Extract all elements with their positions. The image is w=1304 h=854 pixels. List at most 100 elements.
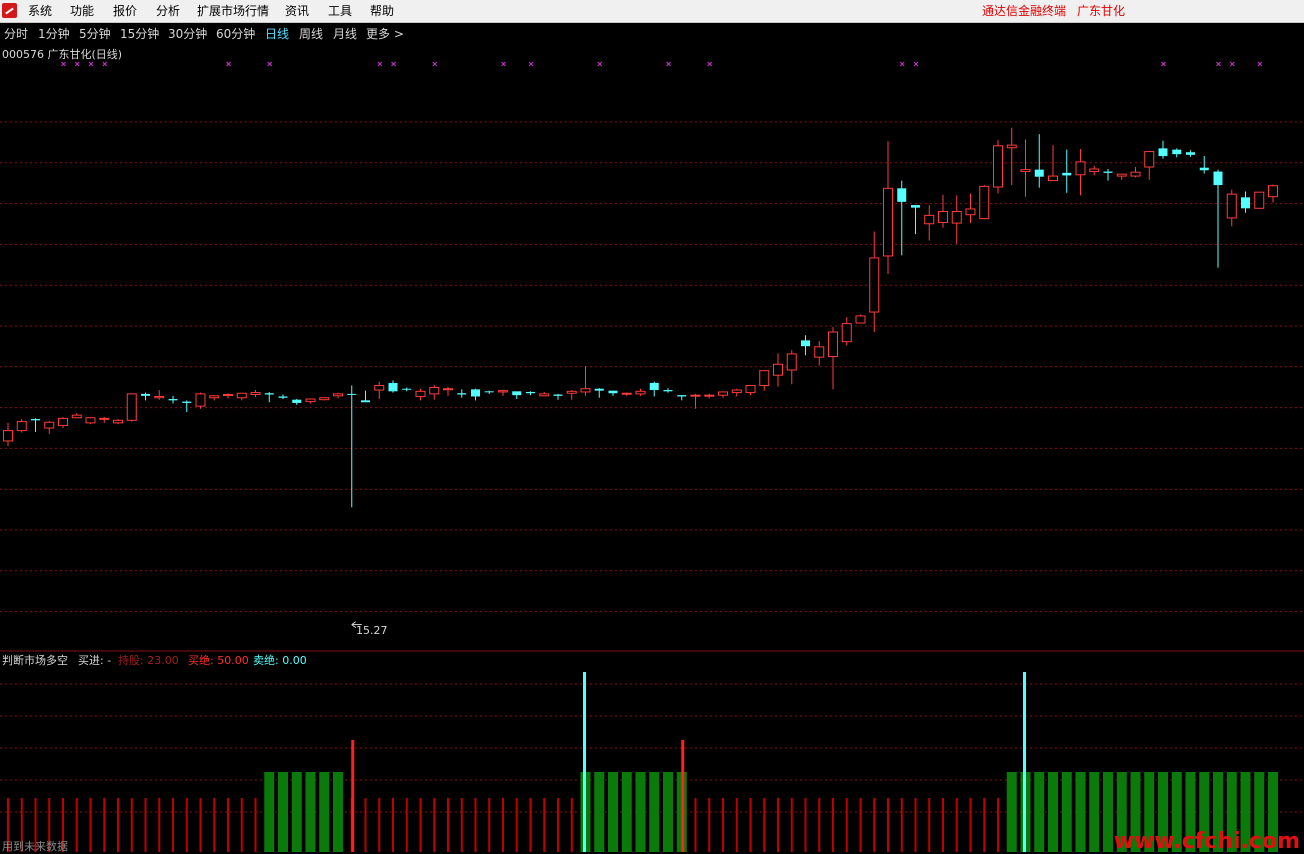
hold-bar — [1048, 772, 1058, 852]
candle-body-up — [1226, 193, 1237, 219]
candle-body-up — [16, 421, 27, 432]
candle-body-down — [361, 400, 370, 403]
hold-bar — [1103, 772, 1113, 852]
candle-body-up — [855, 315, 866, 324]
candle-body-up — [113, 419, 123, 424]
candle-body-up — [718, 391, 728, 396]
period-weekly[interactable]: 周线 — [299, 27, 323, 41]
indicator-sell-all: 卖绝: 0.00 — [253, 654, 307, 667]
candle-body-up — [759, 370, 770, 387]
candle-body-up — [443, 388, 453, 391]
hold-bar — [1089, 772, 1100, 852]
candle-body-up — [938, 211, 948, 223]
hold-bar — [1006, 772, 1017, 852]
period-15min[interactable]: 15分钟 — [120, 27, 159, 41]
period-1min[interactable]: 1分钟 — [38, 27, 70, 41]
candle-body-up — [333, 393, 343, 397]
hold-bar — [305, 772, 316, 852]
terminal-brand: 通达信金融终端 — [982, 4, 1067, 18]
hold-bar — [594, 772, 605, 852]
hold-bar — [264, 772, 275, 852]
security-name: 广东甘化 — [1077, 4, 1126, 18]
candle-body-up — [99, 417, 110, 420]
candle-body-up — [1268, 185, 1278, 198]
candle-body-down — [663, 390, 673, 392]
signal-marker-icon — [1229, 61, 1235, 67]
candle-body-down — [1241, 197, 1250, 209]
candle-body-up — [209, 395, 220, 399]
candle-body-up — [498, 390, 508, 393]
menu-news[interactable]: 资讯 — [285, 3, 309, 19]
candle-body-up — [374, 385, 385, 391]
period-more[interactable]: 更多 > — [366, 27, 404, 41]
candle-body-up — [1144, 151, 1155, 168]
menu-function[interactable]: 功能 — [70, 3, 94, 19]
candle-body-up — [1116, 173, 1127, 177]
period-intraday[interactable]: 分时 — [4, 27, 28, 41]
candle-body-up — [704, 394, 715, 397]
candle-body-up — [58, 417, 68, 426]
candle-body-up — [44, 421, 55, 429]
signal-marker-icon — [391, 61, 396, 67]
signal-marker-icon — [707, 61, 713, 67]
candle-body-up — [883, 187, 893, 257]
candle-body-up — [690, 394, 701, 397]
candle-body-up — [236, 392, 247, 399]
candle-body-up — [1075, 161, 1086, 176]
candle-body-down — [264, 393, 274, 395]
signal-marker-icon — [377, 61, 383, 67]
kline-chart[interactable] — [0, 45, 1304, 854]
indicator-name: 判断市场多空 — [2, 654, 68, 667]
period-daily[interactable]: 日线 — [265, 27, 289, 41]
candle-body-down — [402, 388, 412, 390]
candle-body-down — [526, 391, 535, 394]
signal-marker-icon — [899, 61, 905, 67]
candle-body-down — [649, 382, 659, 391]
candle-body-down — [484, 391, 494, 393]
candle-body-up — [828, 331, 838, 358]
menu-extended-market[interactable]: 扩展市场行情 — [197, 3, 269, 19]
candle-body-down — [801, 340, 810, 347]
candle-body-up — [773, 363, 783, 376]
signal-marker-icon — [432, 61, 438, 67]
candle-body-up — [126, 393, 137, 421]
candle-body-down — [457, 393, 467, 395]
candle-body-down — [512, 391, 522, 396]
candle-body-up — [745, 385, 756, 394]
candle-body-up — [154, 395, 165, 399]
candle-body-down — [553, 394, 563, 396]
watermark: www.cfchi.com — [1113, 829, 1300, 854]
candle-body-up — [1089, 168, 1100, 173]
hold-bar — [319, 772, 330, 852]
period-30min[interactable]: 30分钟 — [168, 27, 207, 41]
hold-bar — [1061, 772, 1072, 852]
signal-marker-icon — [74, 61, 80, 67]
candle-body-up — [3, 430, 13, 442]
candle-body-up — [1130, 171, 1141, 177]
period-bar: 分时 1分钟 5分钟 15分钟 30分钟 60分钟 日线 周线 月线 更多 > — [0, 23, 1304, 45]
indicator-buy-all: 买绝: 50.00 — [188, 654, 249, 667]
candle-body-down — [471, 389, 480, 397]
period-monthly[interactable]: 月线 — [333, 27, 357, 41]
menu-tools[interactable]: 工具 — [328, 3, 352, 19]
candle-body-down — [141, 393, 150, 396]
candle-body-up — [319, 397, 330, 401]
menu-quote[interactable]: 报价 — [113, 3, 137, 19]
candle-body-up — [305, 398, 316, 403]
hold-bar — [333, 772, 343, 852]
period-60min[interactable]: 60分钟 — [216, 27, 255, 41]
signal-marker-icon — [61, 61, 66, 67]
candle-body-up — [635, 390, 646, 395]
indicator-buy: 买进: - — [78, 654, 112, 667]
hold-bar — [1075, 772, 1086, 852]
menu-help[interactable]: 帮助 — [370, 3, 394, 19]
menu-analysis[interactable]: 分析 — [156, 3, 180, 19]
app-logo-icon[interactable] — [2, 3, 17, 18]
candle-body-up — [869, 257, 880, 313]
menu-system[interactable]: 系统 — [28, 3, 52, 19]
candle-body-down — [1062, 172, 1072, 176]
candle-body-up — [1006, 144, 1017, 149]
candle-body-up — [1048, 175, 1058, 182]
period-5min[interactable]: 5分钟 — [79, 27, 111, 41]
status-note: 用到未来数据 — [2, 840, 68, 853]
